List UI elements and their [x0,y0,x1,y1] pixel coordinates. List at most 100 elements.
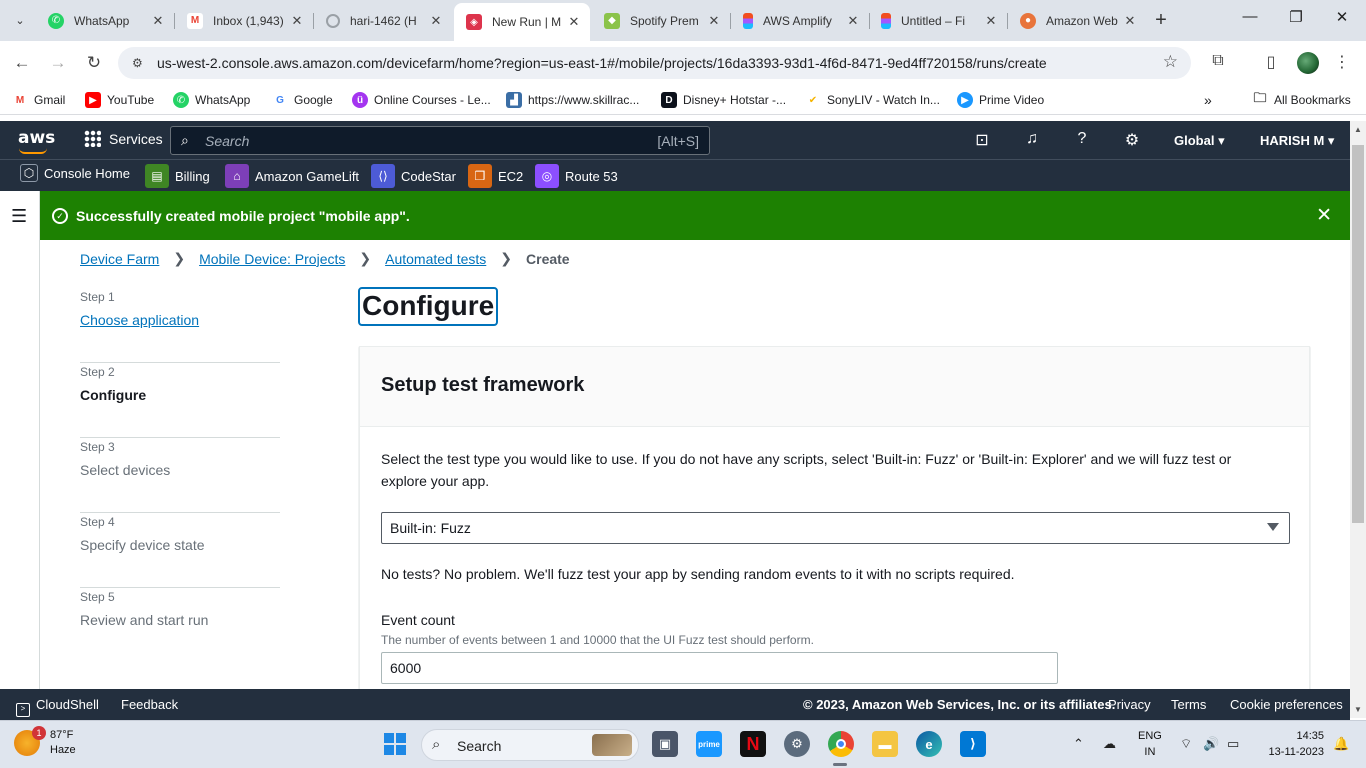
onedrive-cloud-icon[interactable]: ☁ [1103,736,1116,752]
url-text[interactable]: us-west-2.console.aws.amazon.com/devicef… [157,55,1047,71]
settings-app-icon[interactable]: ⚙ [784,731,810,757]
vscode-app-icon[interactable]: ⟩ [960,731,986,757]
billing-icon: ▤ [145,164,169,188]
bookmark-prime-video[interactable]: ▶ Prime Video [957,92,1044,108]
new-tab-button[interactable]: + [1148,8,1174,34]
system-clock[interactable]: 14:35 13-11-2023 [1258,728,1324,760]
clock-time: 14:35 [1296,730,1324,742]
restore-icon[interactable]: ❐ [1273,8,1319,26]
bookmark-udemy[interactable]: ü Online Courses - Le... [352,92,491,108]
close-tab-icon[interactable]: ✕ [1122,13,1138,29]
cloudshell-button[interactable]: > CloudShell [16,697,99,717]
task-view-icon[interactable]: ▣ [652,731,678,757]
account-menu[interactable]: HARISH M ▾ [1260,133,1334,149]
bookmark-sonyliv[interactable]: ✔ SonyLIV - Watch In... [805,92,940,108]
tab-amazon-web[interactable]: ● Amazon Web ✕ [1008,6,1146,35]
forward-icon[interactable]: → [46,51,70,75]
notification-bell-icon[interactable]: 🔔 [1333,736,1349,752]
fav-route53[interactable]: ◎ Route 53 [535,164,618,188]
tab-gmail[interactable]: M Inbox (1,943) ✕ [175,6,314,35]
fav-console-home[interactable]: ⬡ Console Home [20,164,130,182]
profile-avatar[interactable] [1297,52,1319,74]
back-icon[interactable]: ← [10,51,34,75]
site-info-icon[interactable]: ⚙ [132,56,143,70]
close-tab-icon[interactable]: ✕ [289,13,305,29]
tab-spotify[interactable]: ◆ Spotify Prem ✕ [592,6,731,35]
weather-widget[interactable]: 1 87°F Haze [14,726,76,758]
extensions-icon[interactable]: ⧉ [1206,52,1230,70]
tab-aws-amplify[interactable]: AWS Amplify ✕ [731,6,870,35]
selected-test-type: Built-in: Fuzz [390,520,471,536]
close-tab-icon[interactable]: ✕ [983,13,999,29]
bookmark-gmail[interactable]: M Gmail [12,92,66,108]
bookmark-skillrack[interactable]: ▟ https://www.skillrac... [506,92,639,108]
language-indicator[interactable]: ENG IN [1138,728,1162,760]
scroll-down-arrow-icon[interactable]: ▼ [1350,705,1366,714]
show-hidden-icons-chevron[interactable]: ⌃ [1073,736,1084,752]
page-scrollbar[interactable]: ▲ ▼ [1350,121,1366,718]
region-selector[interactable]: Global ▾ [1174,133,1225,149]
cookie-preferences-link[interactable]: Cookie preferences [1230,697,1343,712]
file-explorer-icon[interactable]: ▬ [872,731,898,757]
tab-whatsapp[interactable]: ✆ WhatsApp ✕ [36,6,175,35]
close-tab-icon[interactable]: ✕ [706,13,722,29]
fav-ec2[interactable]: ❒ EC2 [468,164,523,188]
tab-new-run-active[interactable]: ◈ New Run | M ✕ [454,3,590,41]
wifi-icon[interactable]: ⌔ [1180,736,1192,752]
feedback-link[interactable]: Feedback [121,697,178,712]
tab-title: Spotify Prem [630,13,699,28]
aws-logo[interactable]: aws [18,128,55,154]
windows-start-icon[interactable] [384,733,406,755]
prime-video-app-icon[interactable]: prime [696,731,722,757]
notifications-bell-icon[interactable]: ♫ [1021,130,1043,148]
help-icon[interactable]: ? [1071,130,1093,148]
dismiss-flash-icon[interactable]: ✕ [1316,204,1332,227]
menu-kebab-icon[interactable]: ⋮ [1330,52,1354,72]
fav-codestar[interactable]: ⟨⟩ CodeStar [371,164,456,188]
event-count-input[interactable] [382,653,1057,683]
all-bookmarks[interactable]: 🗀 All Bookmarks [1252,90,1350,108]
language-code: ENG [1138,730,1162,742]
edge-app-icon[interactable]: e [916,731,942,757]
minimize-icon[interactable]: — [1227,8,1273,25]
address-bar[interactable]: ⚙ us-west-2.console.aws.amazon.com/devic… [118,47,1191,79]
close-tab-icon[interactable]: ✕ [566,14,582,30]
bookmarks-overflow-icon[interactable]: » [1204,92,1212,108]
aws-search[interactable]: ⌕ [Alt+S] [170,126,710,155]
close-tab-icon[interactable]: ✕ [428,13,444,29]
bookmark-whatsapp[interactable]: ✆ WhatsApp [173,92,250,108]
bookmark-google[interactable]: G Google [272,92,333,108]
taskbar-search[interactable]: ⌕ Search [421,729,639,761]
settings-gear-icon[interactable]: ⚙ [1121,130,1143,150]
tab-figma-untitled[interactable]: Untitled – Fi ✕ [869,6,1008,35]
close-window-icon[interactable]: ✕ [1319,8,1365,26]
bookmark-hotstar[interactable]: D Disney+ Hotstar -... [661,92,786,108]
test-type-select[interactable]: Built-in: Fuzz [381,512,1290,544]
fav-gamelift[interactable]: ⌂ Amazon GameLift [225,164,359,188]
step-choose-application-link[interactable]: Choose application [80,312,280,328]
side-panel-icon[interactable]: ▯ [1259,52,1283,72]
hamburger-menu-icon[interactable]: ☰ [11,206,27,227]
breadcrumb-projects[interactable]: Mobile Device: Projects [199,251,345,267]
close-tab-icon[interactable]: ✕ [150,13,166,29]
chrome-app-icon[interactable] [828,731,854,757]
close-tab-icon[interactable]: ✕ [845,13,861,29]
netflix-app-icon[interactable]: N [740,731,766,757]
tab-github[interactable]: hari-1462 (H ✕ [314,6,452,35]
breadcrumb-device-farm[interactable]: Device Farm [80,251,159,267]
tab-search-icon[interactable]: ⌄ [8,8,32,32]
breadcrumb-automated-tests[interactable]: Automated tests [385,251,486,267]
services-menu[interactable]: Services [84,130,163,147]
battery-icon[interactable]: ▭ [1227,736,1239,752]
cloudshell-icon[interactable]: ⊡ [971,130,993,150]
scrollbar-thumb[interactable] [1352,145,1364,523]
bookmark-youtube[interactable]: ▶ YouTube [85,92,154,108]
privacy-link[interactable]: Privacy [1108,697,1151,712]
bookmark-star-icon[interactable]: ☆ [1163,52,1178,72]
volume-icon[interactable]: 🔊 [1203,736,1219,752]
search-input[interactable] [205,131,605,151]
reload-icon[interactable]: ↻ [82,51,106,75]
fav-billing[interactable]: ▤ Billing [145,164,210,188]
terms-link[interactable]: Terms [1171,697,1206,712]
scroll-up-arrow-icon[interactable]: ▲ [1350,125,1366,134]
